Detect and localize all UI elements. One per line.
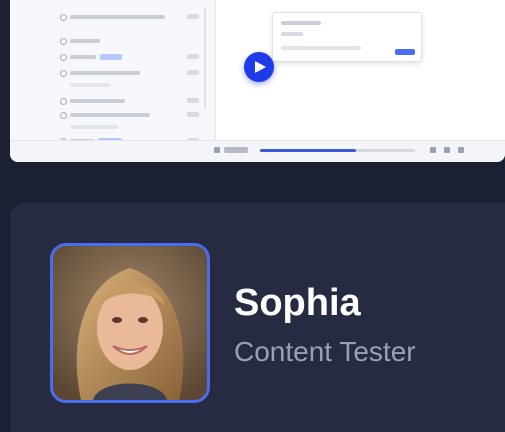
step-row bbox=[60, 52, 200, 62]
step-row bbox=[60, 96, 200, 106]
avatar-photo bbox=[53, 246, 207, 400]
profile-role: Content Tester bbox=[234, 336, 416, 367]
steps-panel bbox=[10, 0, 216, 145]
play-button[interactable] bbox=[244, 52, 274, 82]
step-row bbox=[60, 110, 200, 120]
volume-icon[interactable] bbox=[430, 147, 436, 153]
playback-time bbox=[224, 147, 248, 153]
step-row bbox=[60, 80, 200, 90]
step-row bbox=[60, 122, 200, 132]
progress-track[interactable] bbox=[260, 149, 415, 152]
fullscreen-icon[interactable] bbox=[458, 147, 464, 153]
step-row bbox=[60, 36, 200, 46]
timeline-rail bbox=[204, 8, 206, 108]
playback-bar[interactable] bbox=[10, 140, 505, 162]
settings-icon[interactable] bbox=[444, 147, 450, 153]
pause-icon[interactable] bbox=[214, 147, 220, 153]
step-row bbox=[60, 68, 200, 78]
play-icon bbox=[255, 61, 266, 73]
step-row bbox=[60, 12, 200, 22]
progress-fill bbox=[260, 149, 357, 152]
avatar bbox=[50, 243, 210, 403]
embedded-dialog bbox=[272, 12, 422, 62]
profile-name: Sophia bbox=[234, 282, 361, 324]
